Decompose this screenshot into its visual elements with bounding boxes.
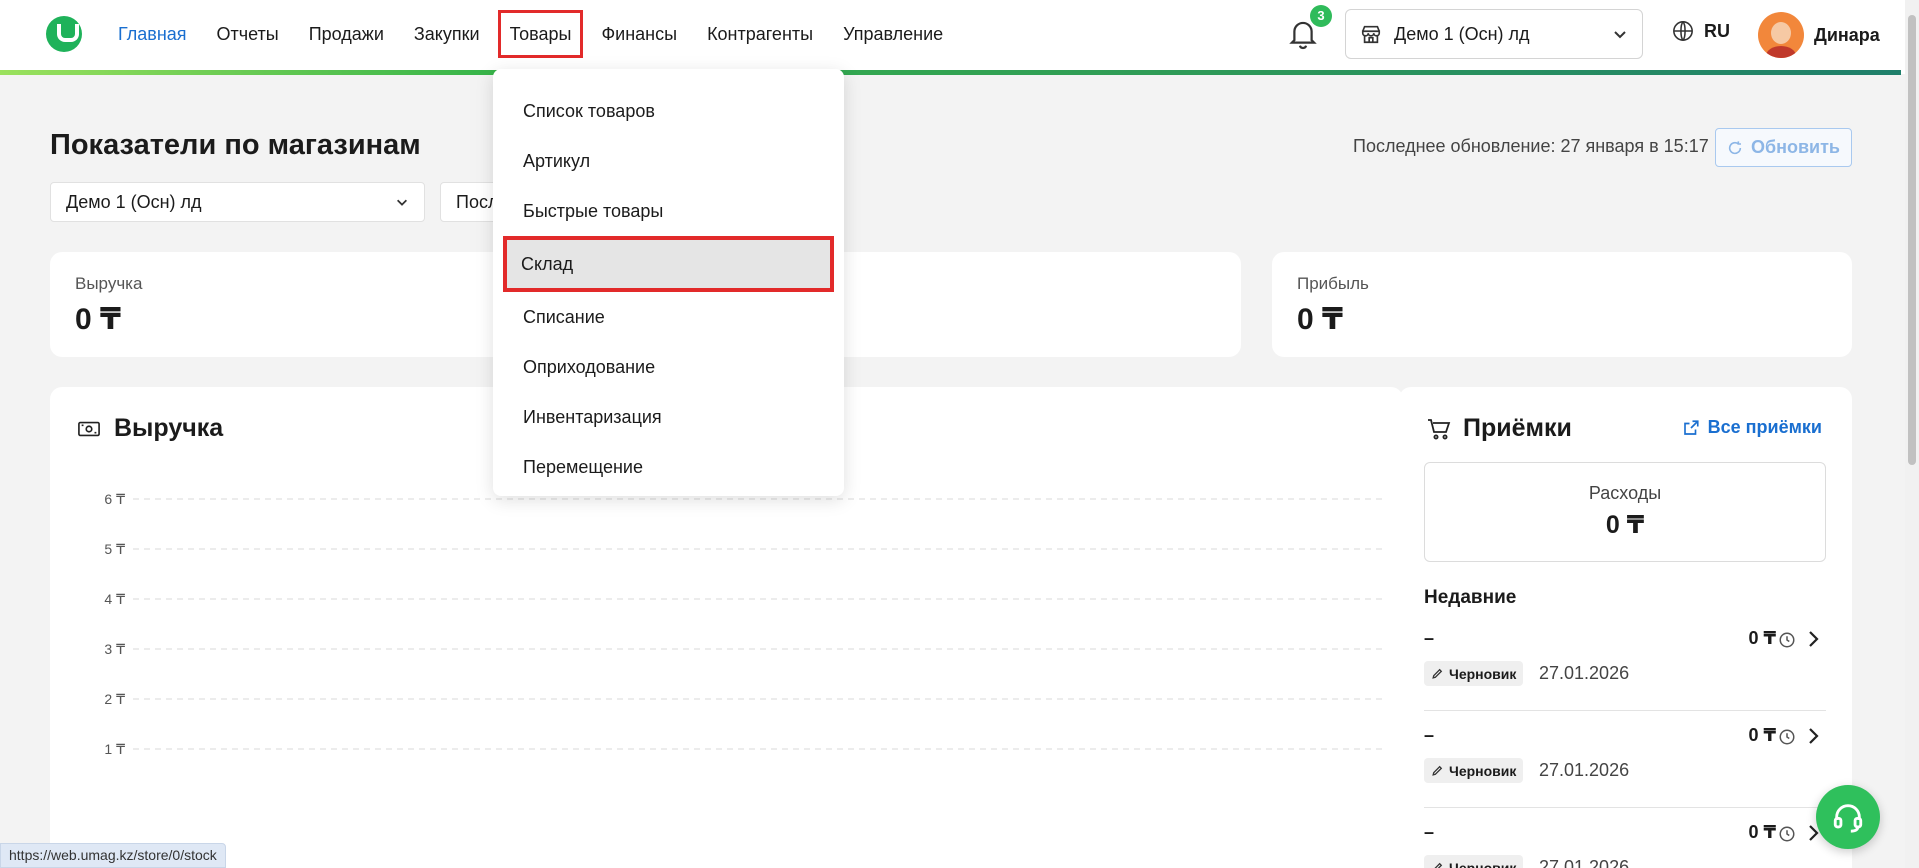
headset-icon: [1833, 804, 1863, 833]
status-badge: Черновик: [1424, 855, 1524, 868]
status-label: Черновик: [1449, 665, 1517, 682]
receipt-date: 27.01.2026: [1539, 760, 1630, 780]
menu-item-product-list[interactable]: Список товаров: [493, 86, 844, 136]
expenses-label: Расходы: [1588, 483, 1662, 503]
y-tick-label: 2 ₸: [104, 691, 125, 707]
pencil-icon: [1434, 862, 1443, 868]
recent-title: Недавние: [1424, 587, 1517, 608]
status-badge: Черновик: [1424, 661, 1524, 686]
receipt-name: –: [1424, 822, 1435, 842]
list-item[interactable]: – 0 ₸ Черновик 27.01.2026: [1424, 712, 1826, 808]
pencil-icon: [1432, 668, 1443, 679]
receipt-name: –: [1424, 725, 1435, 745]
avatar: [1758, 12, 1804, 58]
store-filter-select[interactable]: Демо 1 (Осн) лд: [50, 182, 425, 222]
scrollbar-thumb[interactable]: [1908, 15, 1916, 465]
menu-item-posting[interactable]: Оприходование: [493, 342, 844, 392]
page-title: Показатели по магазинам: [50, 129, 421, 161]
last-update-text: Последнее обновление: 27 января в 15:17: [1353, 136, 1709, 156]
y-tick-label: 5 ₸: [104, 541, 125, 557]
chevron-right-icon: [1809, 728, 1819, 744]
umag-logo[interactable]: [46, 16, 82, 52]
globe-icon: [1673, 21, 1693, 41]
nav-item-counterparties[interactable]: Контрагенты: [692, 10, 828, 58]
refresh-label: Обновить: [1751, 137, 1840, 157]
language-switcher[interactable]: RU: [1672, 20, 1730, 42]
clock-icon: [1779, 632, 1795, 648]
profit-kpi-value: 0 ₸: [1297, 303, 1343, 336]
y-tick-label: 1 ₸: [104, 741, 125, 757]
receipt-amount: 0 ₸: [1748, 822, 1776, 842]
chart-header: Выручка: [78, 414, 223, 443]
expenses-box: Расходы 0 ₸: [1424, 462, 1826, 562]
expenses-value: 0 ₸: [1605, 511, 1645, 539]
support-chat-button[interactable]: [1816, 785, 1880, 849]
main-nav: Главная Отчеты Продажи Закупки Товары Фи…: [103, 0, 958, 68]
products-dropdown-menu: Список товаров Артикул Быстрые товары Ск…: [493, 69, 844, 496]
menu-item-write-off[interactable]: Списание: [493, 292, 844, 342]
chevron-right-icon: [1809, 631, 1819, 647]
user-menu[interactable]: Динара: [1758, 12, 1880, 58]
external-link-icon: [1683, 419, 1699, 435]
chevron-down-icon: [1614, 31, 1626, 39]
refresh-button[interactable]: Обновить: [1715, 128, 1852, 167]
y-tick-label: 6 ₸: [104, 491, 125, 507]
all-receipts-label: Все приёмки: [1707, 417, 1822, 437]
page-scrollbar[interactable]: [1905, 0, 1919, 868]
banknote-icon: [78, 421, 100, 436]
status-bar-url: https://web.umag.kz/store/0/stock: [0, 843, 226, 868]
receipts-card: Приёмки Все приёмки Расходы 0 ₸ Недавние…: [1399, 387, 1852, 868]
top-navigation-bar: Главная Отчеты Продажи Закупки Товары Фи…: [0, 0, 1905, 74]
all-receipts-link[interactable]: Все приёмки: [1682, 417, 1822, 438]
menu-item-article[interactable]: Артикул: [493, 136, 844, 186]
nav-item-reports[interactable]: Отчеты: [202, 10, 294, 58]
profit-kpi-card: Прибыль 0 ₸: [1272, 252, 1852, 357]
nav-item-purchases[interactable]: Закупки: [399, 10, 495, 58]
store-selector-label: Демо 1 (Осн) лд: [1394, 23, 1530, 44]
receipt-amount: 0 ₸: [1748, 725, 1776, 745]
receipt-name: –: [1424, 628, 1435, 648]
chart-title: Выручка: [114, 414, 224, 442]
cart-icon: [1428, 418, 1451, 439]
list-item[interactable]: – 0 ₸ Черновик 27.01.2026: [1424, 809, 1826, 868]
profit-kpi-label: Прибыль: [1297, 274, 1369, 293]
pencil-icon: [1432, 765, 1443, 776]
nav-item-home[interactable]: Главная: [103, 10, 202, 58]
list-item[interactable]: – 0 ₸ Черновик 27.01.2026: [1424, 615, 1826, 711]
receipts-header: Приёмки: [1427, 414, 1572, 443]
status-label: Черновик: [1449, 859, 1517, 868]
notification-badge: 3: [1310, 5, 1332, 27]
status-badge: Черновик: [1424, 758, 1524, 783]
nav-item-products[interactable]: Товары: [497, 10, 584, 58]
receipts-title: Приёмки: [1463, 414, 1572, 442]
status-label: Черновик: [1449, 762, 1517, 779]
top-accent-line: [0, 70, 1901, 75]
y-tick-label: 3 ₸: [104, 641, 125, 657]
nav-item-finance[interactable]: Финансы: [586, 10, 692, 58]
chevron-down-icon: [397, 199, 407, 206]
receipt-date: 27.01.2026: [1539, 857, 1630, 868]
clock-icon: [1779, 729, 1795, 745]
nav-item-management[interactable]: Управление: [828, 10, 958, 58]
nav-item-sales[interactable]: Продажи: [294, 10, 399, 58]
user-name: Динара: [1814, 24, 1880, 45]
store-icon: [1361, 25, 1381, 44]
menu-item-inventory[interactable]: Инвентаризация: [493, 392, 844, 442]
refresh-icon: [1728, 140, 1742, 154]
store-filter-value: Демо 1 (Осн) лд: [66, 191, 202, 212]
clock-icon: [1779, 826, 1795, 842]
menu-item-quick-products[interactable]: Быстрые товары: [493, 186, 844, 236]
menu-item-transfer[interactable]: Перемещение: [493, 442, 844, 492]
y-tick-label: 4 ₸: [104, 591, 125, 607]
menu-item-warehouse[interactable]: Склад: [503, 236, 834, 292]
language-label: RU: [1704, 20, 1730, 41]
store-selector[interactable]: Демо 1 (Осн) лд: [1345, 9, 1643, 59]
receipt-amount: 0 ₸: [1748, 628, 1776, 648]
receipt-date: 27.01.2026: [1539, 663, 1630, 683]
